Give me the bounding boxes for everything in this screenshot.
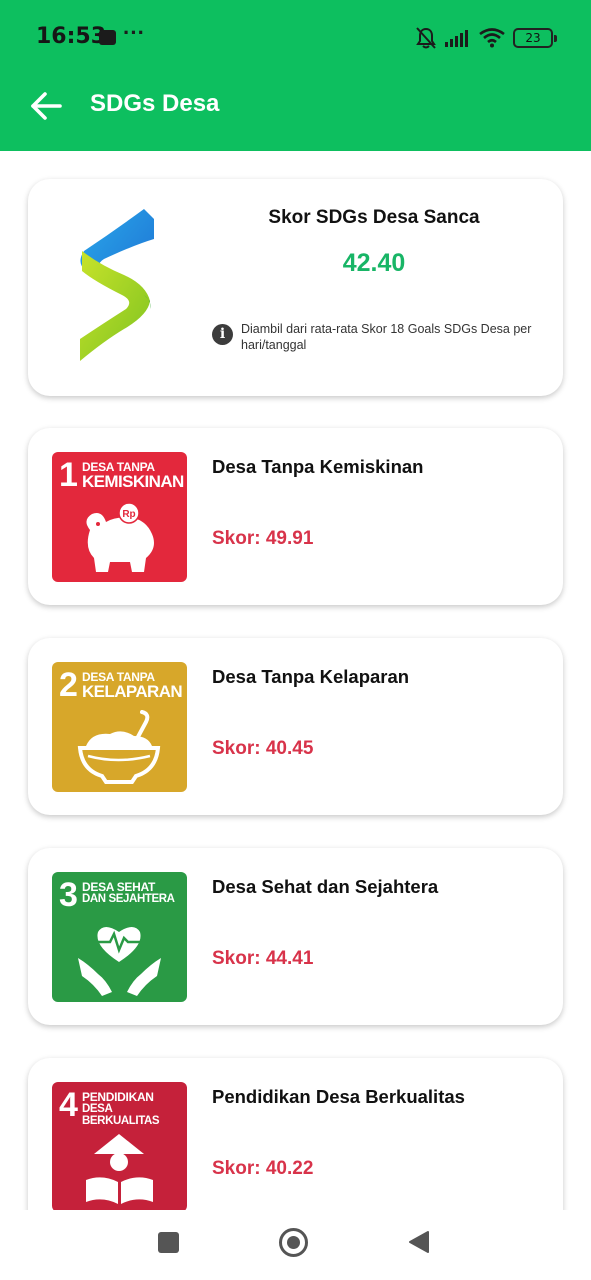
- info-icon: i: [212, 324, 233, 345]
- goal-4-icon: 4 PENDIDIKAN DESA BERKUALITAS: [52, 1082, 187, 1210]
- arrow-left-icon: [31, 92, 62, 120]
- summary-card: Skor SDGs Desa Sanca 42.40 i Diambil dar…: [28, 179, 563, 396]
- content-scroll[interactable]: Skor SDGs Desa Sanca 42.40 i Diambil dar…: [0, 151, 591, 1210]
- signal-icon: [445, 30, 468, 47]
- bag-icon: [99, 30, 116, 45]
- goal-title: Desa Tanpa Kelaparan: [212, 666, 410, 687]
- goal-3-icon: 3 DESA SEHAT DAN SEJAHTERA: [52, 872, 187, 1002]
- back-button[interactable]: [24, 86, 68, 126]
- page-title: SDGs Desa: [90, 90, 220, 117]
- goal-card-1[interactable]: 1 DESA TANPA KEMISKINAN Rp Desa Tanpa Ke…: [28, 428, 563, 605]
- goal-2-icon: 2 DESA TANPA KELAPARAN: [52, 662, 187, 792]
- goal-icon-label: KEMISKINAN: [82, 472, 184, 491]
- status-bar: 16:53 ··· 23: [0, 0, 591, 72]
- goal-number: 1: [59, 456, 78, 494]
- app-bar: SDGs Desa: [0, 72, 591, 151]
- goal-score: Skor: 44.41: [212, 948, 314, 969]
- goal-icon-label: KELAPARAN: [82, 682, 183, 701]
- summary-note: Diambil dari rata-rata Skor 18 Goals SDG…: [241, 322, 532, 352]
- system-nav-bar: [0, 1210, 591, 1280]
- wifi-icon: [479, 28, 505, 48]
- goal-number: 4: [59, 1086, 78, 1124]
- summary-title: Skor SDGs Desa Sanca: [268, 207, 480, 228]
- bowl-icon: [77, 710, 161, 784]
- summary-score: 42.40: [342, 249, 406, 277]
- goal-icon-label: PENDIDIKAN: [82, 1090, 154, 1104]
- goal-card-3[interactable]: 3 DESA SEHAT DAN SEJAHTERA Desa Sehat da…: [28, 848, 563, 1025]
- goal-1-icon: 1 DESA TANPA KEMISKINAN Rp: [52, 452, 187, 582]
- recent-apps-icon[interactable]: [158, 1232, 179, 1253]
- goal-card-2[interactable]: 2 DESA TANPA KELAPARAN Desa Tanpa Kelapa…: [28, 638, 563, 815]
- rupiah-label: Rp: [122, 509, 135, 520]
- status-time: 16:53: [36, 24, 107, 49]
- goal-number: 3: [59, 876, 78, 914]
- more-notifications-indicator: ···: [123, 20, 145, 45]
- home-icon[interactable]: [279, 1228, 308, 1257]
- notifications-off-icon: [416, 27, 436, 49]
- goal-title: Desa Sehat dan Sejahtera: [212, 876, 439, 897]
- goal-icon-label: DESA BERKUALITAS: [82, 1103, 160, 1127]
- goal-score: Skor: 40.22: [212, 1158, 314, 1179]
- battery-icon: 23: [513, 28, 557, 48]
- sdgs-logo: [80, 209, 154, 361]
- status-icons: 23: [415, 24, 557, 52]
- goal-number: 2: [59, 666, 78, 704]
- goal-card-4[interactable]: 4 PENDIDIKAN DESA BERKUALITAS Pendidikan…: [28, 1058, 563, 1210]
- goal-score: Skor: 40.45: [212, 738, 314, 759]
- battery-level: 23: [525, 31, 541, 45]
- goal-icon-label: DAN SEJAHTERA: [82, 893, 175, 905]
- goal-icon-label: DESA SEHAT: [82, 880, 156, 894]
- goal-title: Pendidikan Desa Berkualitas: [212, 1086, 465, 1107]
- rupiah-badge-icon: Rp: [118, 502, 140, 524]
- back-triangle-icon[interactable]: [408, 1230, 430, 1254]
- reader-book-icon: [86, 1134, 153, 1204]
- goal-title: Desa Tanpa Kemiskinan: [212, 456, 424, 477]
- app-header: 16:53 ··· 23 SDGs Desa: [0, 0, 591, 151]
- heart-hands-icon: [78, 927, 161, 996]
- goal-score: Skor: 49.91: [212, 528, 314, 549]
